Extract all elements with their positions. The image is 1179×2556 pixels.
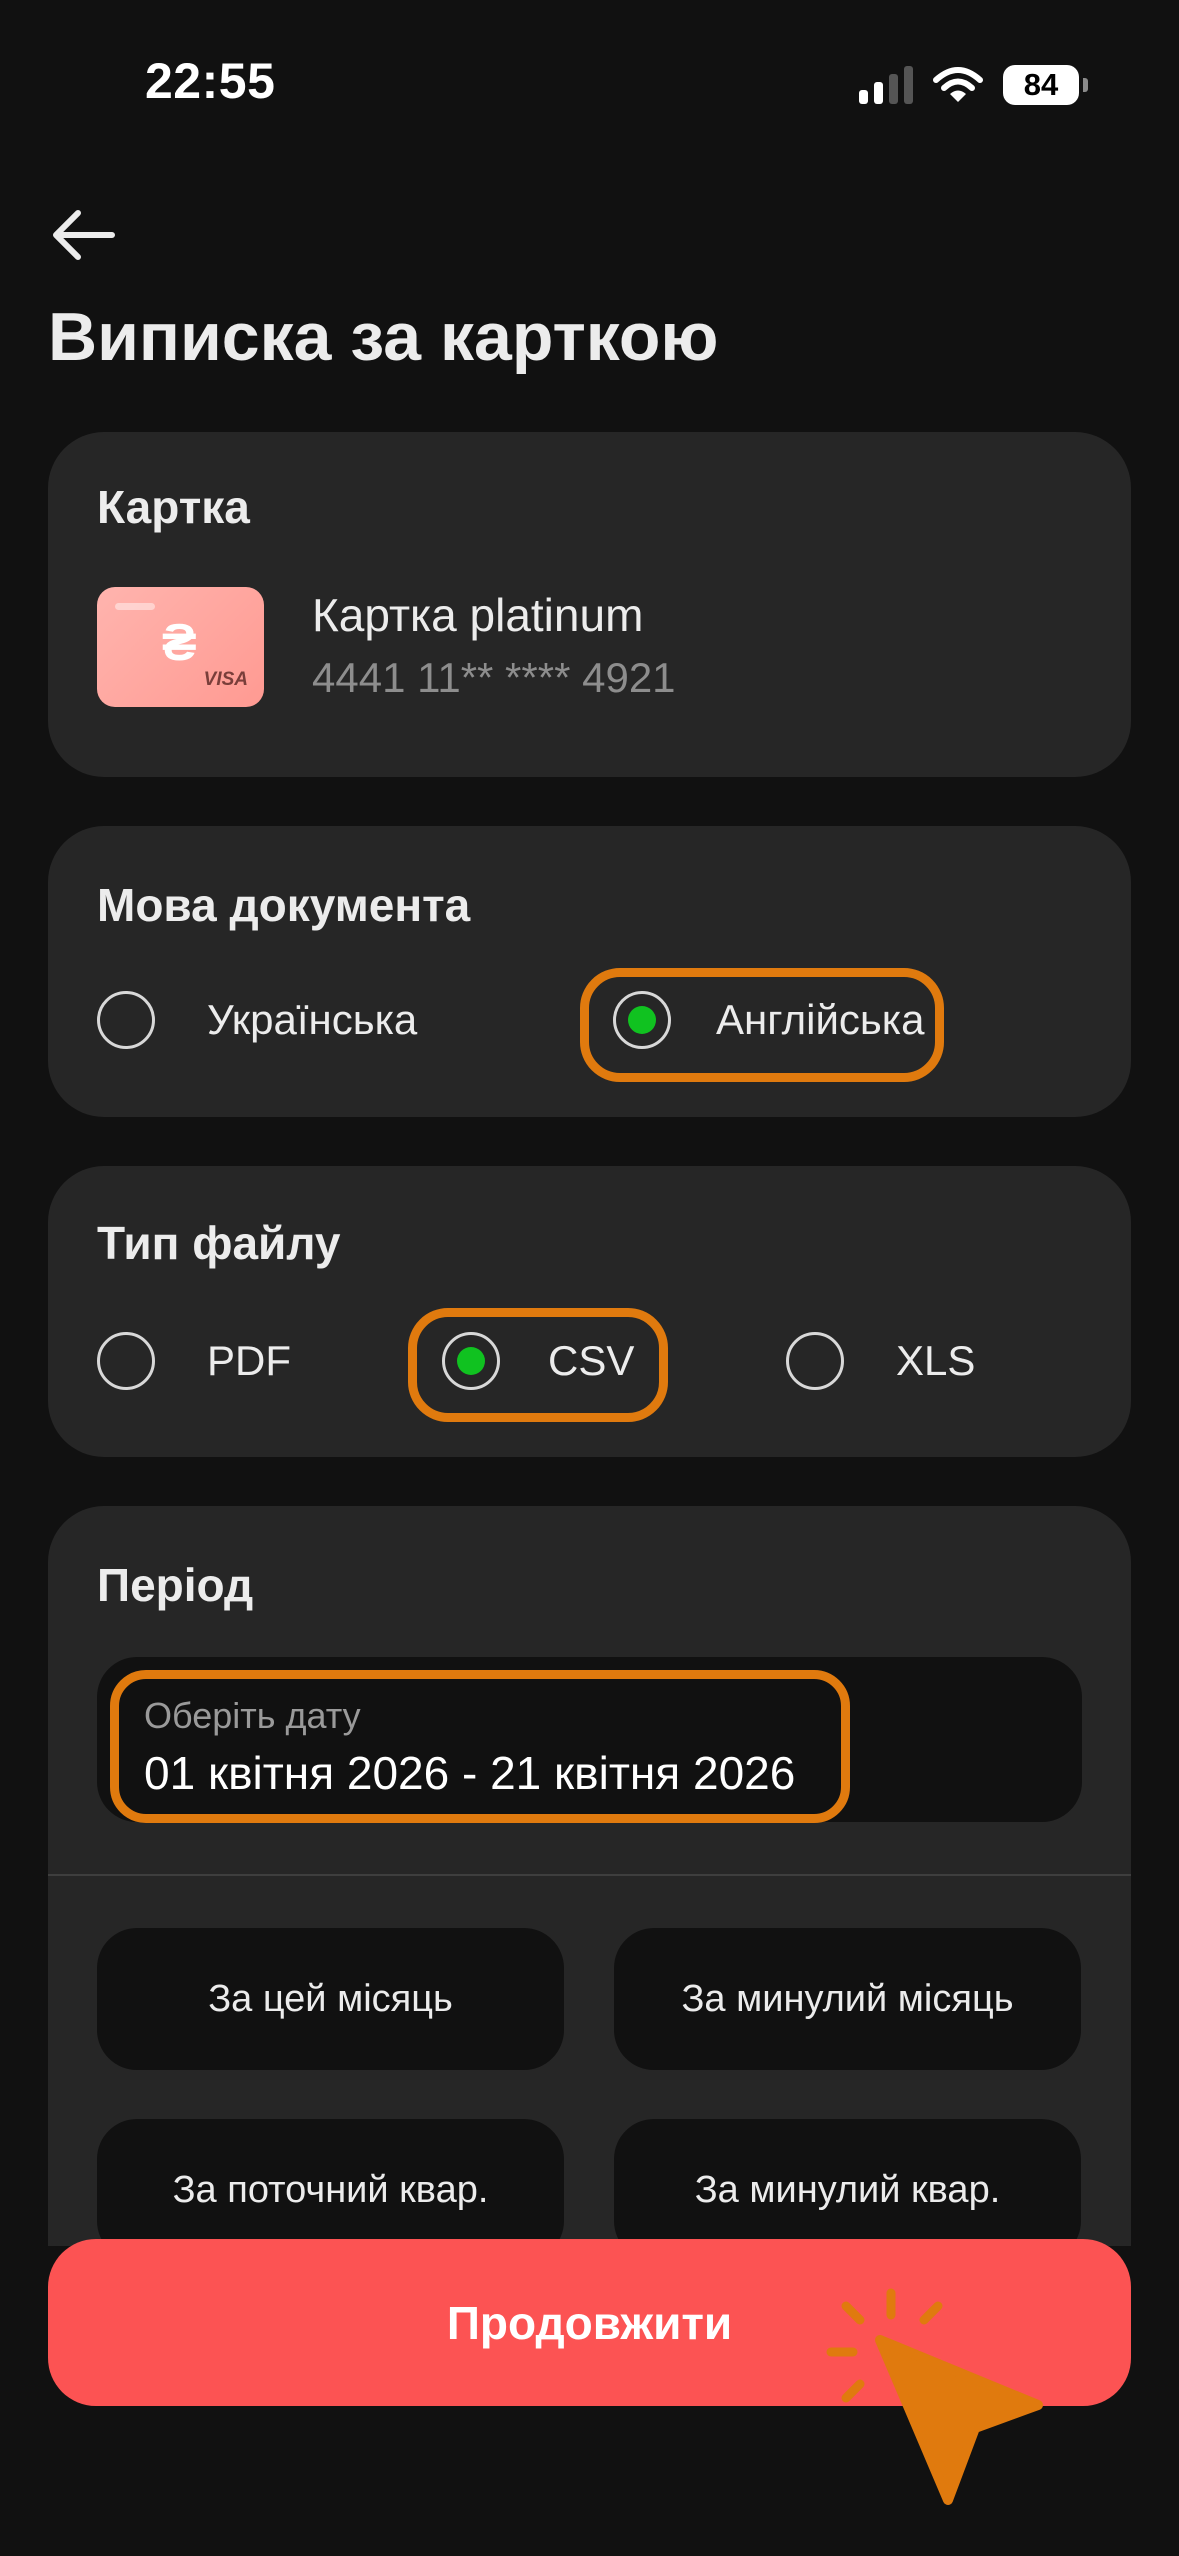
radio-unselected-icon <box>97 991 155 1049</box>
back-arrow-icon[interactable] <box>48 205 118 265</box>
language-option-label: Українська <box>207 996 418 1043</box>
preset-current-quarter-button[interactable]: За поточний квар. <box>97 2119 564 2246</box>
selection-highlight <box>110 1670 850 1823</box>
card-thumbnail: ₴ VISA <box>97 587 264 707</box>
preset-this-month-button[interactable]: За цей місяць <box>97 1928 564 2070</box>
visa-logo: VISA <box>203 669 248 690</box>
status-icons: 84 <box>859 60 1088 110</box>
card-name: Картка platinum <box>312 589 644 641</box>
language-option-ukrainian[interactable]: Українська <box>97 991 417 1049</box>
period-section: Період Оберіть дату 01 квітня 2026 - 21 … <box>48 1506 1131 2246</box>
cellular-signal-icon <box>859 66 913 104</box>
file-type-section-title: Тип файлу <box>97 1217 341 1269</box>
file-type-section: Тип файлу PDF CSV XLS <box>48 1166 1131 1457</box>
selection-highlight <box>408 1308 668 1422</box>
wifi-icon <box>933 67 983 102</box>
preset-last-month-button[interactable]: За минулий місяць <box>614 1928 1081 2070</box>
file-type-option-pdf[interactable]: PDF <box>97 1332 291 1390</box>
selection-highlight <box>580 968 944 1082</box>
hryvnia-icon: ₴ <box>162 614 197 672</box>
period-section-title: Період <box>97 1559 254 1611</box>
preset-last-quarter-button[interactable]: За минулий квар. <box>614 2119 1081 2246</box>
status-time: 22:55 <box>145 53 276 109</box>
card-section-title: Картка <box>97 481 250 533</box>
language-section-title: Мова документа <box>97 879 471 931</box>
battery-level: 84 <box>1023 67 1059 102</box>
battery-icon: 84 <box>1003 65 1088 105</box>
divider <box>48 1874 1131 1876</box>
card-shine <box>115 603 155 610</box>
tap-cursor-icon <box>826 2288 1043 2505</box>
file-type-option-label: PDF <box>207 1337 291 1384</box>
language-section: Мова документа Українська Англійська <box>48 826 1131 1117</box>
card-number: 4441 11** **** 4921 <box>312 654 676 701</box>
radio-unselected-icon <box>97 1332 155 1390</box>
file-type-option-label: XLS <box>896 1337 976 1384</box>
radio-unselected-icon <box>786 1332 844 1390</box>
page-title: Виписка за карткою <box>48 299 719 375</box>
file-type-option-xls[interactable]: XLS <box>786 1332 975 1390</box>
card-section[interactable]: Картка ₴ VISA Картка platinum 4441 11** … <box>48 432 1131 777</box>
